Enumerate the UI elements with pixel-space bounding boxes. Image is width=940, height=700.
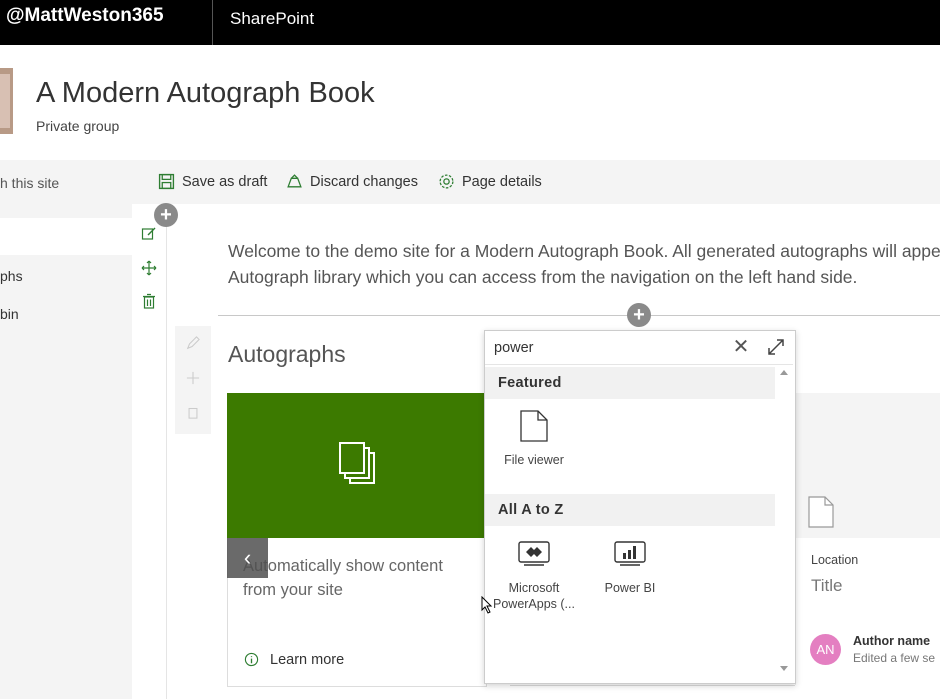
powerbi-icon [614, 541, 646, 566]
brand-label: @MattWeston365 [6, 5, 164, 26]
mouse-cursor-icon [481, 596, 493, 614]
add-section-top-button[interactable]: + [154, 203, 178, 227]
file-icon [520, 410, 548, 442]
tool-powerapps[interactable]: Microsoft PowerApps (... [492, 540, 576, 612]
move-webpart-icon[interactable] [186, 371, 200, 385]
news-title[interactable]: Title [811, 576, 843, 596]
page-details-label: Page details [462, 173, 542, 190]
tool-power-bi[interactable]: Power BI [592, 540, 668, 596]
discard-icon [287, 174, 302, 188]
welcome-text[interactable]: Welcome to the demo site for a Modern Au… [228, 238, 940, 290]
save-as-draft-button[interactable]: Save as draft [158, 173, 267, 190]
save-as-draft-label: Save as draft [182, 173, 268, 190]
delete-section-icon[interactable] [141, 293, 157, 309]
discard-changes-label: Discard changes [310, 173, 418, 190]
expand-icon[interactable] [767, 338, 785, 356]
site-title[interactable]: A Modern Autograph Book [36, 77, 375, 110]
save-icon [158, 173, 175, 190]
nav-item-autographs[interactable]: phs [0, 268, 23, 284]
close-icon[interactable]: ✕ [732, 337, 750, 357]
nav-item-selected[interactable] [0, 218, 132, 255]
tool-label: Power BI [604, 581, 656, 595]
section-divider [218, 315, 940, 316]
gear-icon [439, 174, 454, 189]
delete-webpart-icon[interactable] [186, 405, 200, 419]
nav-item-recycle-bin[interactable]: bin [0, 306, 19, 322]
news-location: Location [811, 553, 859, 567]
toolbox-scrollbar[interactable] [776, 365, 794, 681]
topbar-divider [212, 0, 213, 45]
tool-file-viewer[interactable]: File viewer [495, 410, 573, 468]
file-icon [808, 496, 834, 528]
learn-more-link[interactable]: Learn more [270, 652, 344, 668]
edit-section-icon[interactable] [141, 226, 157, 242]
info-icon [244, 652, 259, 667]
group-label-featured: Featured [498, 375, 562, 391]
webpart-title[interactable]: Autographs [228, 341, 346, 368]
scroll-down-icon[interactable] [780, 666, 788, 671]
site-subtitle: Private group [36, 118, 120, 134]
move-section-icon[interactable] [141, 260, 157, 276]
toolbox-search-input[interactable]: power [494, 340, 534, 356]
chevron-left-icon[interactable]: ‹ [227, 538, 268, 578]
edit-webpart-icon[interactable] [186, 336, 200, 350]
site-logo[interactable] [0, 68, 13, 134]
powerapps-icon [518, 541, 550, 566]
documents-icon [339, 442, 375, 484]
scroll-up-icon[interactable] [780, 370, 788, 375]
author-name: Author name [853, 634, 931, 648]
page-details-button[interactable]: Page details [438, 173, 542, 190]
edited-time: Edited a few se [853, 651, 936, 665]
site-search-input[interactable]: h this site [0, 175, 59, 191]
avatar: AN [810, 634, 841, 665]
card-description: Automatically show content from your sit… [243, 557, 443, 599]
discard-changes-button[interactable]: Discard changes [286, 173, 418, 190]
card-divider [510, 685, 795, 700]
search-divider [485, 364, 793, 365]
app-name-link[interactable]: SharePoint [230, 9, 314, 29]
add-webpart-button[interactable]: + [627, 303, 651, 327]
tool-label: Microsoft PowerApps (... [493, 581, 575, 611]
tool-label: File viewer [504, 453, 564, 467]
section-toolbar [132, 204, 167, 699]
group-label-all: All A to Z [498, 502, 564, 518]
